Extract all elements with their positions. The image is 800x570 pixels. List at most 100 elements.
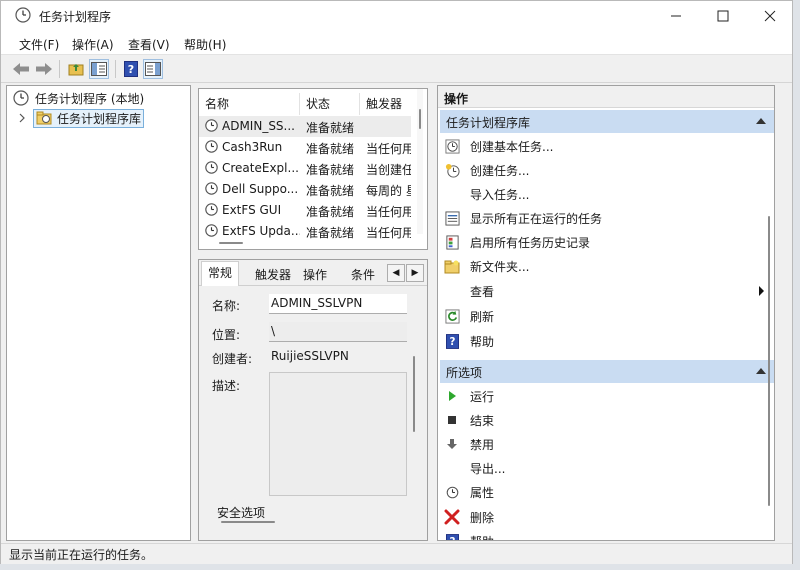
location-field[interactable]: \ [269,322,407,342]
actions-pane-title: 操作 [438,86,774,108]
clock-icon [205,140,218,153]
action-run[interactable]: 运行 [444,384,770,408]
action-label: 删除 [470,510,495,525]
close-button[interactable] [747,1,793,31]
action-label: 启用所有任务历史记录 [470,235,591,250]
action-delete[interactable]: 删除 [444,505,770,529]
description-field[interactable] [269,372,407,496]
task-row[interactable]: Dell Suppo... 准备就绪 每周的 星 [199,179,411,200]
column-header-trigger[interactable]: 触发器 [360,93,412,115]
tab-conditions[interactable]: 条件 [345,264,381,286]
column-header-name[interactable]: 名称 [199,93,300,115]
task-list-horizontal-scroll-thumb[interactable] [219,242,243,244]
tree-item-root[interactable]: 任务计划程序 (本地) [13,88,144,108]
action-view-submenu[interactable]: 查看 [444,279,770,303]
task-detail-pane: 常规 触发器 操作 条件 ◀ ▶ 名称: ADMIN_SSLVPN 位置: \ … [198,259,428,541]
action-label: 导入任务... [470,187,530,202]
task-row[interactable]: ExtFS Upda... 准备就绪 当任何用 [199,221,411,242]
section-header-label: 任务计划程序库 [446,116,531,130]
task-name: Dell Suppo... [222,182,299,196]
triangle-left-icon: ◀ [392,268,400,278]
menu-action[interactable]: 操作(A) [72,36,114,53]
collapse-up-icon[interactable] [756,118,766,124]
action-enable-history[interactable]: 启用所有任务历史记录 [444,230,770,254]
task-list-vertical-scrollbar[interactable] [417,89,423,234]
menu-help[interactable]: 帮助(H) [184,36,226,53]
author-label: 创建者: [212,352,253,366]
minimize-button[interactable] [653,1,699,31]
menu-file[interactable]: 文件(F) [19,36,59,53]
export-icon [444,460,460,476]
tab-general[interactable]: 常规 [201,261,240,287]
task-row[interactable]: CreateExpl... 准备就绪 当创建任 [199,158,411,179]
action-disable[interactable]: 禁用 [444,432,770,456]
task-name: ADMIN_SS... [222,119,295,133]
tab-triggers[interactable]: 触发器 [249,264,297,286]
task-row[interactable]: ExtFS GUI 准备就绪 当任何用 [199,200,411,221]
action-create-basic-task[interactable]: 创建基本任务... [444,134,770,158]
section-header-label: 所选项 [446,366,483,380]
action-properties[interactable]: 属性 [444,480,770,504]
action-export[interactable]: 导出... [444,456,770,480]
action-import-task[interactable]: 导入任务... [444,182,770,206]
action-show-running-tasks[interactable]: 显示所有正在运行的任务 [444,206,770,230]
help-icon: ? [444,533,460,540]
clock-icon [13,90,29,106]
action-label: 帮助 [470,334,495,349]
clock-wizard-icon [444,138,460,154]
task-row[interactable]: ADMIN_SS... 准备就绪 [199,116,411,137]
actions-scroll-thumb[interactable] [768,216,770,506]
maximize-button[interactable] [700,1,746,31]
scroll-thumb[interactable] [419,109,421,129]
tree-item-library[interactable]: 任务计划程序库 [17,108,145,128]
action-create-task[interactable]: 创建任务... [444,158,770,182]
up-folder-button[interactable] [66,59,86,79]
author-field[interactable]: RuijieSSLVPN [269,347,407,367]
close-icon [764,10,776,22]
collapse-up-icon[interactable] [756,368,766,374]
section-header-selected-item[interactable]: 所选项 [440,360,774,383]
task-status: 准备就绪 [306,121,355,135]
description-label: 描述: [212,379,241,393]
history-log-icon [444,234,460,250]
action-pane-icon [145,62,161,76]
action-help[interactable]: ? 帮助 [444,329,770,353]
tab-scroll-left-button[interactable]: ◀ [387,264,405,282]
detail-horizontal-scroll-thumb[interactable] [221,521,275,523]
import-icon [444,186,460,202]
action-new-folder[interactable]: 新文件夹... [444,254,770,278]
name-field[interactable]: ADMIN_SSLVPN [269,294,407,314]
tree-library-selected[interactable]: 任务计划程序库 [33,108,145,128]
location-label: 位置: [212,328,241,342]
action-label: 刷新 [470,309,495,324]
detail-scroll-thumb[interactable] [413,356,415,432]
action-label: 帮助 [470,533,494,541]
security-options-label: 安全选项 [217,506,266,520]
forward-button[interactable] [34,59,54,79]
new-folder-icon [444,258,460,274]
tab-actions[interactable]: 操作 [297,264,333,286]
tree-library-label: 任务计划程序库 [57,111,142,126]
chevron-right-icon[interactable] [17,113,27,123]
action-end[interactable]: 结束 [444,408,770,432]
task-status: 准备就绪 [306,205,355,219]
menu-view[interactable]: 查看(V) [128,36,170,53]
action-label: 运行 [470,389,495,404]
section-header-library[interactable]: 任务计划程序库 [440,110,774,133]
show-tree-button[interactable] [89,59,109,79]
actions-pane: 操作 任务计划程序库 创建基本任务... 创建任务... 导入任务... 显示所… [437,85,775,541]
view-icon [444,283,460,299]
task-name: Cash3Run [222,140,283,154]
back-button[interactable] [11,59,31,79]
action-refresh[interactable]: 刷新 [444,304,770,328]
arrow-right-icon [36,63,52,75]
clock-icon [205,203,218,216]
column-header-status[interactable]: 状态 [300,93,360,115]
help-toolbar-button[interactable]: ? [121,59,141,79]
task-row[interactable]: Cash3Run 准备就绪 当任何用 [199,137,411,158]
show-action-pane-button[interactable] [143,59,163,79]
title-bar: 任务计划程序 [1,1,792,31]
tree-root-label: 任务计划程序 (本地) [35,91,145,106]
action-help-selected[interactable]: ? 帮助 [444,529,770,541]
tab-scroll-right-button[interactable]: ▶ [406,264,424,282]
